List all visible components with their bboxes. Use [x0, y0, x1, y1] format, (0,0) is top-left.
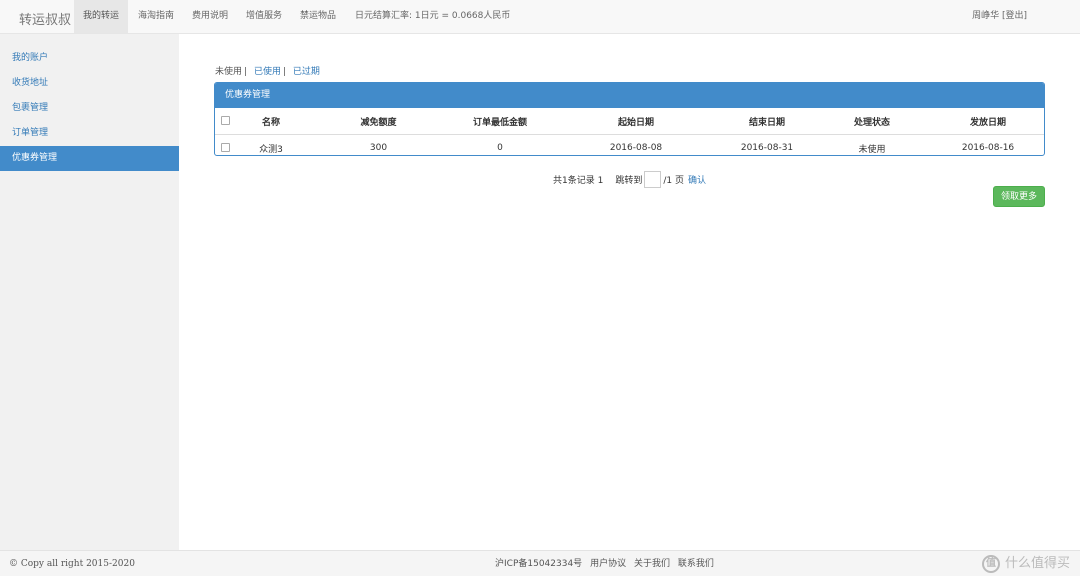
total-pages: /1 页: [663, 176, 684, 186]
cell-discount: 300: [369, 143, 388, 153]
brand-logo[interactable]: 转运叔叔: [19, 9, 71, 28]
about-us-link[interactable]: 关于我们: [634, 559, 670, 569]
col-header-discount: 减免额度: [307, 108, 450, 135]
col-header-end-date: 结束日期: [722, 108, 812, 135]
table-row: 众测3 300 0 2016-08-08 2016-08-31 未使用 2016…: [215, 135, 1044, 156]
cell-name: 众测3: [259, 144, 283, 155]
sidebar-item-address[interactable]: 收货地址: [0, 71, 179, 96]
cell-issue-date: 2016-08-16: [961, 143, 1015, 153]
contact-us-link[interactable]: 联系我们: [678, 559, 714, 569]
cell-start-date: 2016-08-08: [609, 143, 663, 153]
confirm-jump-link[interactable]: 确认: [688, 173, 706, 186]
jump-to-label: 跳转到: [615, 176, 643, 186]
sidebar: 我的账户 收货地址 包裹管理 订单管理 优惠券管理: [0, 34, 179, 550]
filter-used[interactable]: 已使用: [254, 67, 281, 77]
nav-shopping-guide[interactable]: 海淘指南: [129, 0, 183, 33]
top-navbar: 转运叔叔 我的转运 海淘指南 费用说明 增值服务 禁运物品 日元结算汇率: 1日…: [0, 0, 1080, 34]
col-header-status: 处理状态: [812, 108, 932, 135]
get-more-coupons-button[interactable]: 领取更多: [993, 186, 1045, 207]
nav-value-added[interactable]: 增值服务: [237, 0, 291, 33]
sidebar-item-my-account[interactable]: 我的账户: [0, 46, 179, 71]
icp-link[interactable]: 沪ICP备15042334号: [495, 559, 582, 569]
user-logout-link[interactable]: 周峥华 [登出]: [972, 0, 1027, 33]
panel-title: 优惠券管理: [215, 83, 1044, 108]
row-checkbox[interactable]: [220, 143, 230, 152]
watermark-text: 什么值得买: [1004, 556, 1070, 571]
pagination: 共1条记录 1 跳转到 /1 页 确认: [553, 171, 706, 188]
table-header-row: 名称 减免额度 订单最低金额 起始日期 结束日期 处理状态 发放日期: [215, 108, 1044, 135]
col-header-min-order: 订单最低金额: [450, 108, 550, 135]
copyright-text: © Copy all right 2015-2020: [9, 559, 135, 569]
sidebar-item-packages[interactable]: 包裹管理: [0, 96, 179, 121]
nav-prohibited-items[interactable]: 禁运物品: [291, 0, 345, 33]
site-watermark: 值 什么值得买: [981, 551, 1070, 577]
filter-expired[interactable]: 已过期: [293, 67, 320, 77]
zhidemai-logo-icon: 值: [981, 555, 1000, 573]
footer-links: 沪ICP备15042334号 用户协议 关于我们 联系我们: [495, 551, 719, 577]
select-all-checkbox[interactable]: [220, 116, 230, 125]
record-summary: 共1条记录 1: [553, 176, 604, 186]
col-header-start-date: 起始日期: [550, 108, 722, 135]
cell-status: 未使用: [858, 144, 886, 155]
col-header-issue-date: 发放日期: [932, 108, 1044, 135]
coupon-panel: 优惠券管理 名称 减免额度 订单最低金额 起始日期 结束日期 处理状态 发放日期…: [214, 82, 1045, 156]
filter-unused[interactable]: 未使用: [215, 67, 242, 77]
footer: © Copy all right 2015-2020 沪ICP备15042334…: [0, 550, 1080, 576]
col-header-name: 名称: [235, 108, 307, 135]
cell-min-order: 0: [497, 143, 503, 153]
nav-my-shipping[interactable]: 我的转运: [74, 0, 129, 33]
page-number-input[interactable]: [644, 171, 662, 188]
user-agreement-link[interactable]: 用户协议: [590, 559, 626, 569]
sidebar-item-coupons[interactable]: 优惠券管理: [0, 146, 179, 171]
coupon-filter: 未使用 | 已使用 | 已过期: [215, 67, 320, 77]
coupon-table: 名称 减免额度 订单最低金额 起始日期 结束日期 处理状态 发放日期 众测3 3…: [215, 108, 1044, 156]
exchange-rate-text: 日元结算汇率: 1日元 = 0.0668人民币: [355, 11, 511, 21]
cell-end-date: 2016-08-31: [740, 143, 794, 153]
nav-fee-info[interactable]: 费用说明: [183, 0, 237, 33]
sidebar-item-orders[interactable]: 订单管理: [0, 121, 179, 146]
